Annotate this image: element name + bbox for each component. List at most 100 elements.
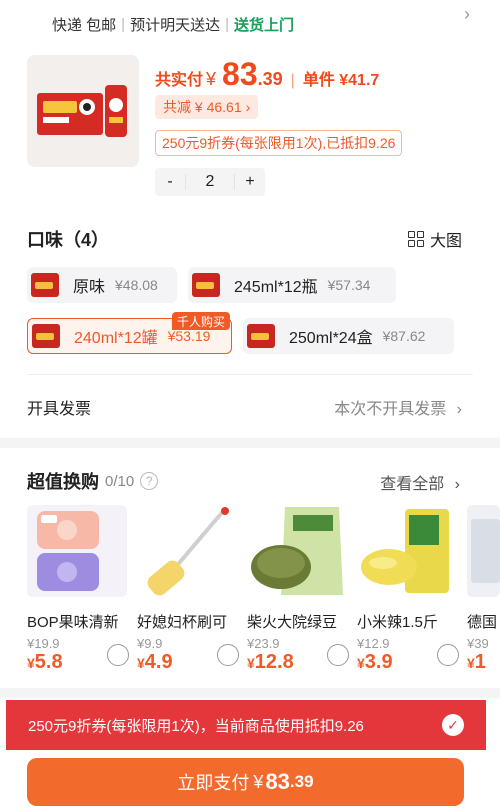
flavor-option[interactable]: 245ml*12瓶 ¥57.34 <box>188 267 396 303</box>
flavor-title: 口味（4） <box>27 230 110 250</box>
see-all-label: 查看全部 <box>380 476 445 493</box>
pay-now-button[interactable]: 立即支付 ¥ 83 .39 <box>27 758 464 806</box>
flavor-label: 240ml*12罐 <box>74 330 158 347</box>
swap-item-price-value: 5.8 <box>34 651 63 673</box>
swap-item-price-value: 1 <box>474 651 486 673</box>
flavor-thumbnail <box>192 273 220 297</box>
swap-item-price-value: 3.9 <box>364 651 393 673</box>
door-delivery-label: 送货上门 <box>234 16 295 34</box>
mung-bean-bag-image <box>247 505 347 597</box>
chevron-right-icon: › <box>456 401 462 418</box>
flavor-price: ¥48.08 <box>115 277 158 293</box>
chevron-right-icon: › <box>464 4 470 24</box>
currency-symbol: ¥ <box>253 771 264 792</box>
chevron-right-icon: › <box>245 99 251 115</box>
select-radio[interactable] <box>327 644 349 666</box>
coupon-banner[interactable]: 250元9折券(每张限用1次)，当前商品使用抵扣9.26 ✓ <box>6 700 486 750</box>
check-circle-icon: ✓ <box>442 714 464 736</box>
shipping-express: 快递 包邮 <box>52 16 117 34</box>
total-decimal: .39 <box>257 69 283 89</box>
swap-item-card[interactable]: 好媳妇杯刷可 ¥9.9 ¥ 4.9 <box>137 505 239 674</box>
currency-symbol: ¥ <box>137 655 145 671</box>
pay-label: 立即支付 <box>177 773 250 793</box>
swap-item-image <box>467 505 500 597</box>
flavor-label: 250ml*24盒 <box>289 330 373 347</box>
big-view-button[interactable]: 大图 <box>407 227 462 251</box>
decrease-button[interactable]: - <box>155 168 185 196</box>
help-icon[interactable]: ? <box>140 472 159 490</box>
total-price-line: 共实付 ¥ 83 .39 | 单件 ¥41.7 <box>155 56 379 93</box>
quantity-stepper[interactable]: - 2 + <box>155 168 265 196</box>
select-radio[interactable] <box>437 644 459 666</box>
currency-symbol: ¥ <box>27 655 35 671</box>
applied-coupon-tag: 250元9折券(每张限用1次),已抵扣9.26 <box>155 130 403 156</box>
total-label: 共实付 <box>155 72 204 89</box>
unit-price: 单件 ¥41.7 <box>302 72 380 89</box>
saving-text: 共减 ¥ 46.61 <box>163 99 242 115</box>
product-box-image <box>27 55 139 167</box>
currency-symbol: ¥ <box>206 69 217 89</box>
swap-item-image <box>357 505 457 597</box>
see-all-link[interactable]: 查看全部 › <box>380 470 460 494</box>
swap-section-title: 超值换购 0/10 ? <box>27 468 159 494</box>
product-image[interactable] <box>27 55 139 167</box>
flavor-thumbnail <box>31 273 59 297</box>
pay-amount-integer: 83 <box>265 769 290 794</box>
flavor-price: ¥57.34 <box>327 277 371 293</box>
flavor-price: ¥53.19 <box>167 328 211 344</box>
invoice-row[interactable]: 开具发票 本次不开具发票 › <box>27 395 462 419</box>
popular-badge: 千人购买 <box>172 312 231 330</box>
swap-item-price-value: 4.9 <box>144 651 173 673</box>
saving-tag[interactable]: 共减 ¥ 46.61 › <box>155 95 259 119</box>
section-gap <box>0 438 500 448</box>
swap-item-name: 好媳妇杯刷可 <box>137 614 228 631</box>
swap-item-card[interactable]: 德国 ¥39 ¥ 1 <box>467 505 500 674</box>
swap-count: 0/10 <box>105 472 135 490</box>
applied-coupon-text: 250元9折券(每张限用1次),已抵扣9.26 <box>162 135 396 151</box>
swap-item-card[interactable]: 小米辣1.5斤 ¥12.9 ¥ 3.9 <box>357 505 459 674</box>
gum-box-image <box>27 505 127 597</box>
big-view-label: 大图 <box>429 233 462 250</box>
section-gap <box>0 688 500 698</box>
swap-item-name: BOP果味清新 <box>27 614 119 631</box>
flavor-thumbnail <box>32 324 60 348</box>
increase-button[interactable]: + <box>235 168 265 196</box>
flavor-label: 原味 <box>73 279 106 296</box>
swap-item-name: 德国 <box>467 614 498 631</box>
flavor-option[interactable]: 原味 ¥48.08 <box>27 267 177 303</box>
separator: | <box>225 15 229 33</box>
invoice-label: 开具发票 <box>27 401 92 418</box>
shipping-row[interactable]: 快递 包邮 | 预计明天送达 | 送货上门 › <box>0 0 500 40</box>
swap-item-image <box>137 505 237 597</box>
swap-item-price: ¥ 1 <box>467 651 500 674</box>
currency-symbol: ¥ <box>467 655 475 671</box>
swap-item-image <box>27 505 127 597</box>
pay-amount-decimal: .39 <box>289 772 314 791</box>
flavor-price: ¥87.62 <box>382 328 426 344</box>
swap-item-name: 柴火大院绿豆 <box>247 614 338 631</box>
separator: | <box>121 15 126 33</box>
swap-item-card[interactable]: BOP果味清新 ¥19.9 ¥ 5.8 <box>27 505 129 674</box>
select-radio[interactable] <box>217 644 239 666</box>
swap-item-price-value: 12.8 <box>254 651 294 673</box>
separator: | <box>290 72 295 89</box>
chevron-right-icon: › <box>454 476 460 493</box>
flavor-option[interactable]: 250ml*24盒 ¥87.62 <box>243 318 454 354</box>
currency-symbol: ¥ <box>357 655 365 671</box>
invoice-value: 本次不开具发票 <box>334 401 447 418</box>
product-image <box>467 505 500 597</box>
flavor-label: 245ml*12瓶 <box>234 279 318 296</box>
pickled-pepper-image <box>357 505 457 597</box>
shipping-eta: 预计明天送达 <box>130 16 221 34</box>
select-radio[interactable] <box>107 644 129 666</box>
swap-item-card[interactable]: 柴火大院绿豆 ¥23.9 ¥ 12.8 <box>247 505 349 674</box>
flavor-thumbnail <box>247 324 275 348</box>
grid-icon <box>407 231 424 247</box>
divider <box>27 374 473 375</box>
swap-title-text: 超值换购 <box>27 472 99 492</box>
swap-item-name: 小米辣1.5斤 <box>357 614 438 631</box>
quantity-value[interactable]: 2 <box>185 173 235 190</box>
swap-item-original-price: ¥39 <box>467 636 489 651</box>
coupon-banner-text: 250元9折券(每张限用1次)，当前商品使用抵扣9.26 <box>28 717 364 735</box>
total-integer: 83 <box>222 56 258 92</box>
